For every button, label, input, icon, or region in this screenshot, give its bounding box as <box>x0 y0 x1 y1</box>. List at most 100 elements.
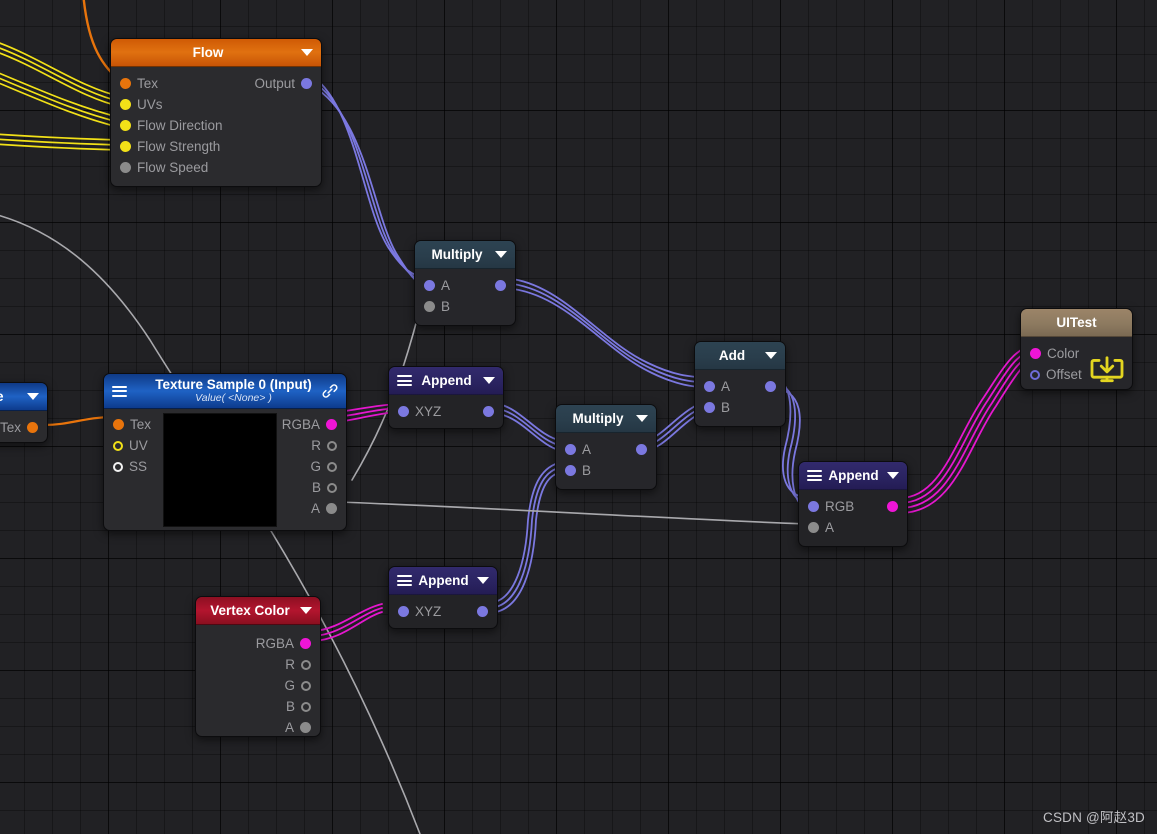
output-pin-rgba[interactable] <box>300 638 311 649</box>
input-row-flow-direction[interactable]: Flow Direction <box>111 115 321 136</box>
output-pin-result[interactable] <box>495 280 506 291</box>
output-pin-r[interactable] <box>301 659 311 670</box>
input-row-b[interactable]: B <box>415 296 515 317</box>
input-pin-xyz[interactable] <box>398 606 409 617</box>
node-texture-sample[interactable]: Texture Sample 0 (Input) Value( <None> )… <box>103 373 347 531</box>
node-header[interactable]: Append <box>389 367 503 395</box>
output-pin-g[interactable] <box>301 680 311 691</box>
input-row-tex[interactable]: Tex <box>104 414 162 435</box>
input-pin-uv[interactable] <box>113 440 123 451</box>
node-header[interactable]: Multiply <box>415 241 515 269</box>
output-pin-result[interactable] <box>636 444 647 455</box>
input-row-b[interactable]: B <box>695 397 785 418</box>
menu-icon[interactable] <box>807 470 822 481</box>
output-row-r[interactable]: R <box>254 435 346 456</box>
chevron-down-icon[interactable] <box>765 352 777 359</box>
chevron-down-icon[interactable] <box>301 49 313 56</box>
output-pin-tex[interactable] <box>27 422 38 433</box>
output-row-g[interactable]: G <box>254 456 346 477</box>
output-row-r[interactable]: R <box>196 654 320 675</box>
input-pin-ss[interactable] <box>113 461 123 472</box>
chevron-down-icon[interactable] <box>887 472 899 479</box>
output-row-output[interactable]: Output <box>239 73 321 94</box>
output-row-g[interactable]: G <box>196 675 320 696</box>
output-row-b[interactable]: B <box>196 696 320 717</box>
node-graph-canvas[interactable]: ure Tex Flow Tex <box>0 0 1157 834</box>
menu-icon[interactable] <box>397 375 412 386</box>
node-body: XYZ <box>389 595 497 628</box>
output-pin-b[interactable] <box>327 482 337 493</box>
input-pin-rgb[interactable] <box>808 501 819 512</box>
input-pin-offset[interactable] <box>1030 369 1040 380</box>
node-header[interactable]: Multiply <box>556 405 656 433</box>
chevron-down-icon[interactable] <box>483 377 495 384</box>
chevron-down-icon[interactable] <box>300 607 312 614</box>
output-row-a[interactable]: A <box>196 717 320 736</box>
input-pin-xyz[interactable] <box>398 406 409 417</box>
output-pin-g[interactable] <box>327 461 337 472</box>
input-pin-b[interactable] <box>424 301 435 312</box>
node-header[interactable]: Vertex Color <box>196 597 320 625</box>
output-row-a[interactable]: A <box>254 498 346 519</box>
input-pin-color[interactable] <box>1030 348 1041 359</box>
node-append-bottom[interactable]: Append XYZ <box>388 566 498 629</box>
node-header[interactable]: ure <box>0 383 47 411</box>
save-to-monitor-icon[interactable] <box>1089 356 1125 386</box>
output-pin-rgba[interactable] <box>326 419 337 430</box>
output-pin-r[interactable] <box>327 440 337 451</box>
input-pin-flow-speed[interactable] <box>120 162 131 173</box>
output-row[interactable]: Tex <box>0 417 47 438</box>
output-row-b[interactable]: B <box>254 477 346 498</box>
chevron-down-icon[interactable] <box>636 415 648 422</box>
input-pin-a[interactable] <box>808 522 819 533</box>
output-pin-a[interactable] <box>300 722 311 733</box>
input-pin-flow-direction[interactable] <box>120 120 131 131</box>
input-pin-flow-strength[interactable] <box>120 141 131 152</box>
node-uitest[interactable]: UITest Color Offset <box>1020 308 1133 390</box>
menu-icon[interactable] <box>397 575 412 586</box>
chevron-down-icon[interactable] <box>477 577 489 584</box>
output-pin-a[interactable] <box>326 503 337 514</box>
input-pin-b[interactable] <box>704 402 715 413</box>
node-header[interactable]: UITest <box>1021 309 1132 337</box>
input-row-a[interactable]: A <box>799 517 907 538</box>
input-row-flow-speed[interactable]: Flow Speed <box>111 157 321 178</box>
output-row-rgba[interactable]: RGBA <box>196 633 320 654</box>
menu-icon[interactable] <box>112 385 127 397</box>
input-row-ss[interactable]: SS <box>104 456 162 477</box>
input-row-uv[interactable]: UV <box>104 435 162 456</box>
input-pin-tex[interactable] <box>120 78 131 89</box>
input-row-b[interactable]: B <box>556 460 656 481</box>
node-header[interactable]: Add <box>695 342 785 370</box>
output-pin-result[interactable] <box>477 606 488 617</box>
output-pin-result[interactable] <box>887 501 898 512</box>
input-row-flow-strength[interactable]: Flow Strength <box>111 136 321 157</box>
output-pin-result[interactable] <box>765 381 776 392</box>
input-pin-a[interactable] <box>704 381 715 392</box>
output-pin-result[interactable] <box>483 406 494 417</box>
node-header[interactable]: Append <box>799 462 907 490</box>
input-pin-b[interactable] <box>565 465 576 476</box>
link-icon[interactable] <box>321 382 339 400</box>
node-header[interactable]: Texture Sample 0 (Input) Value( <None> ) <box>104 374 346 409</box>
node-vertex-color[interactable]: Vertex Color RGBA R G B A <box>195 596 321 737</box>
input-pin-tex[interactable] <box>113 419 124 430</box>
chevron-down-icon[interactable] <box>495 251 507 258</box>
input-pin-a[interactable] <box>565 444 576 455</box>
input-pin-a[interactable] <box>424 280 435 291</box>
output-row-rgba[interactable]: RGBA <box>254 414 346 435</box>
input-row-uvs[interactable]: UVs <box>111 94 321 115</box>
input-pin-uvs[interactable] <box>120 99 131 110</box>
node-header[interactable]: Append <box>389 567 497 595</box>
node-multiply-top[interactable]: Multiply A B <box>414 240 516 326</box>
chevron-down-icon[interactable] <box>27 393 39 400</box>
node-add[interactable]: Add A B <box>694 341 786 427</box>
node-append-mid[interactable]: Append XYZ <box>388 366 504 429</box>
output-pin-b[interactable] <box>301 701 311 712</box>
node-flow[interactable]: Flow Tex UVs Flow Direction Flow Strengt… <box>110 38 322 187</box>
node-multiply-mid[interactable]: Multiply A B <box>555 404 657 490</box>
node-append-rgb[interactable]: Append RGB A <box>798 461 908 547</box>
node-header[interactable]: Flow <box>111 39 321 67</box>
node-texture-partial[interactable]: ure Tex <box>0 382 48 443</box>
output-pin-output[interactable] <box>301 78 312 89</box>
